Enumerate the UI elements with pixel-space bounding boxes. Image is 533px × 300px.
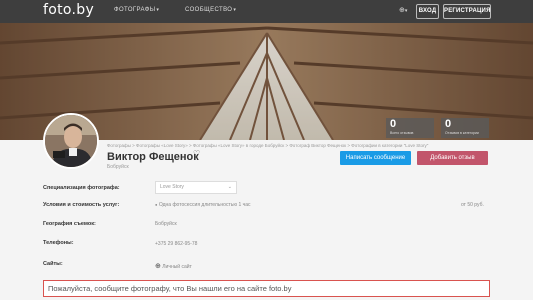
- site-link-label: Личный сайт: [162, 264, 192, 270]
- site-link[interactable]: ⊕ Личный сайт: [155, 262, 192, 270]
- stat-category-reviews-label: Отзывов в категории: [445, 131, 479, 135]
- chevron-down-icon: ▾: [233, 7, 237, 13]
- send-message-button[interactable]: Написать сообщение: [340, 151, 411, 165]
- site-logo[interactable]: foto.by: [43, 2, 94, 18]
- stat-category-reviews: 0 Отзывов в категории: [441, 118, 489, 138]
- conditions-label: Условия и стоимость услуг:: [43, 202, 120, 208]
- add-review-button[interactable]: Добавить отзыв: [417, 151, 488, 165]
- geography-label: География съемок:: [43, 221, 96, 227]
- phones-label: Телефоны:: [43, 240, 74, 246]
- price: от 50 руб.: [461, 202, 484, 208]
- found-on-site-notice: Пожалуйста, сообщите фотографу, что Вы н…: [43, 280, 490, 297]
- phone-value[interactable]: +375 29 862-95-78: [155, 241, 197, 247]
- language-selector[interactable]: ⊕▾: [399, 6, 407, 14]
- specialization-select[interactable]: Love Story ⌄: [155, 181, 237, 194]
- photographer-city: Бобруйск: [107, 164, 129, 170]
- register-button[interactable]: РЕГИСТРАЦИЯ: [443, 4, 491, 19]
- specialization-label: Специализация фотографа:: [43, 185, 120, 191]
- stat-category-reviews-value: 0: [445, 118, 452, 130]
- stat-total-reviews-value: 0: [390, 118, 397, 130]
- top-navigation-bar: foto.by ФОТОГРАФЫ▾ СООБЩЕСТВО▾ ⊕▾ ВХОД Р…: [0, 0, 533, 23]
- nav-community[interactable]: СООБЩЕСТВО▾: [185, 7, 236, 13]
- bullet-icon: ●: [155, 202, 158, 207]
- chevron-down-icon: ▾: [156, 7, 160, 13]
- photographer-name: Виктор Фещенок: [107, 151, 199, 163]
- sites-label: Сайты:: [43, 261, 63, 267]
- chevron-down-icon: ⌄: [227, 184, 232, 190]
- favorite-heart-icon[interactable]: ♡: [193, 149, 200, 158]
- conditions-value: Одна фотосессия длительностью 1 час: [158, 202, 251, 208]
- conditions-item: ● Одна фотосессия длительностью 1 час: [155, 202, 251, 208]
- specialization-value: Love Story: [160, 184, 184, 190]
- nav-photographers-label: ФОТОГРАФЫ: [114, 7, 156, 13]
- stat-total-reviews-label: Всего отзывов: [390, 131, 414, 135]
- nav-community-label: СООБЩЕСТВО: [185, 7, 233, 13]
- login-button[interactable]: ВХОД: [416, 4, 439, 19]
- avatar-image: [45, 115, 97, 167]
- globe-icon: ⊕: [155, 263, 161, 270]
- stat-total-reviews: 0 Всего отзывов: [386, 118, 434, 138]
- nav-photographers[interactable]: ФОТОГРАФЫ▾: [114, 7, 159, 13]
- avatar: [43, 113, 99, 169]
- breadcrumb[interactable]: Фотографы > Фотографы «Love Story» > Фот…: [107, 143, 428, 148]
- geography-value: Бобруйск: [155, 221, 177, 227]
- chevron-down-icon: ▾: [404, 8, 408, 14]
